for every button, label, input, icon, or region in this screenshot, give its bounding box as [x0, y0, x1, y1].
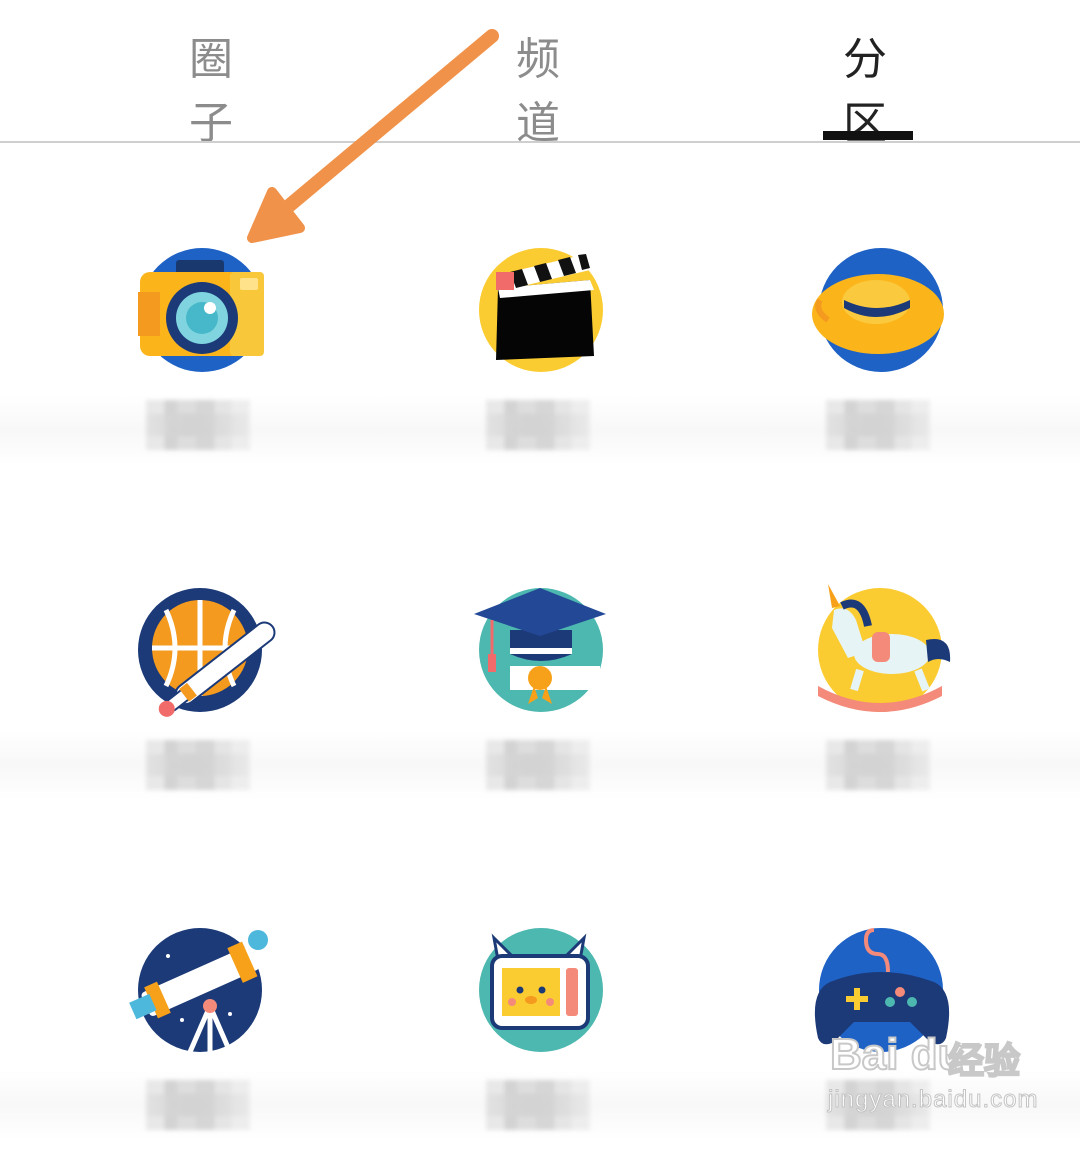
- tab-circles[interactable]: 圈子: [166, 28, 262, 149]
- basketball-bat-icon: [138, 588, 276, 717]
- clapperboard-icon: [479, 248, 603, 372]
- category-item-kids[interactable]: [750, 570, 1010, 830]
- watermark-url: jingyan.baidu.com: [827, 1086, 1039, 1114]
- category-label: [486, 1080, 590, 1130]
- watermark-brand-cn: 经验: [947, 1040, 1021, 1083]
- category-label: [146, 400, 250, 450]
- category-item-science[interactable]: [70, 910, 330, 1170]
- category-label: [826, 400, 930, 450]
- telescope-icon: [129, 928, 268, 1053]
- category-label: [826, 740, 930, 790]
- category-label: [146, 740, 250, 790]
- category-label: [486, 400, 590, 450]
- category-item-anime[interactable]: [410, 910, 670, 1170]
- category-label: [146, 1080, 250, 1130]
- baidu-watermark: Bai du 经验 jingyan.baidu.com: [820, 1029, 1060, 1130]
- sun-hat-icon: [812, 248, 944, 372]
- category-item-sports[interactable]: [70, 570, 330, 830]
- camera-icon: [138, 248, 264, 372]
- category-item-film[interactable]: [410, 230, 670, 490]
- category-item-hat[interactable]: [750, 230, 1010, 490]
- active-tab-indicator: [823, 131, 913, 140]
- tab-bar: 圈子 频道 分区: [0, 0, 1080, 149]
- watermark-brand: Bai du: [829, 1029, 965, 1080]
- cat-tv-icon: [479, 928, 603, 1052]
- tab-channels[interactable]: 频道: [493, 28, 589, 149]
- category-item-education[interactable]: [410, 570, 670, 830]
- category-label: [486, 740, 590, 790]
- tab-sections[interactable]: 分区: [820, 28, 916, 149]
- graduation-cap-icon: [474, 588, 606, 712]
- rocking-unicorn-icon: [818, 584, 951, 712]
- tab-divider: [0, 141, 1080, 143]
- category-item-camera[interactable]: [70, 230, 330, 490]
